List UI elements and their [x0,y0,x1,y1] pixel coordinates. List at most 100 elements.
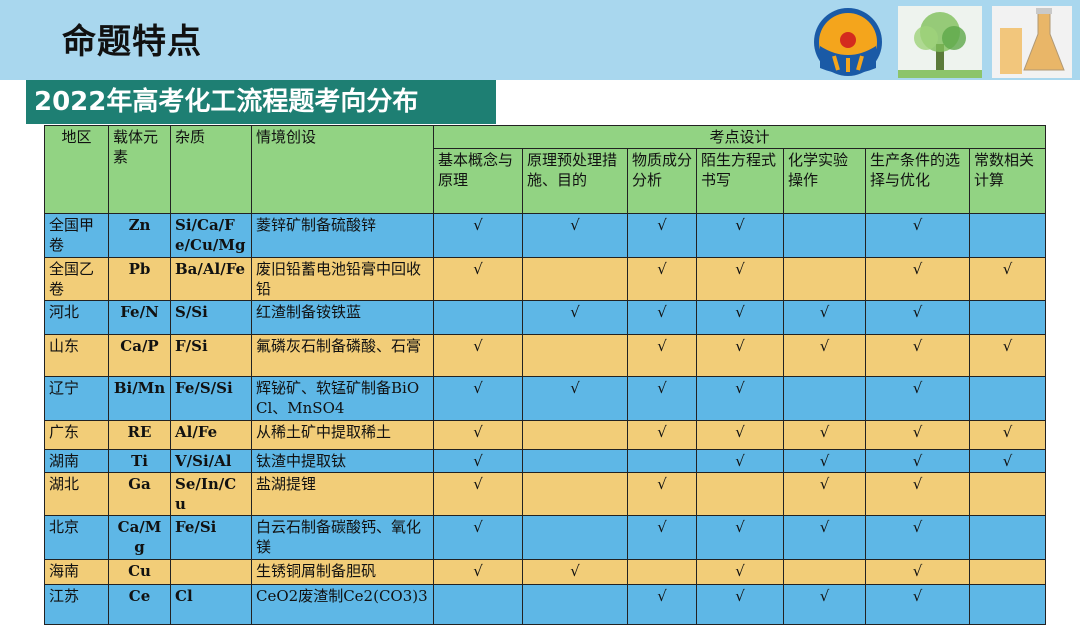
scenario-cell: 氟磷灰石制备磷酸、石膏 [251,334,434,377]
check-mark-cell: √ [522,559,628,585]
col-header-carrier: 载体元素 [108,125,171,214]
check-mark-cell: √ [433,257,523,301]
check-mark-cell: √ [865,515,970,560]
exam-distribution-table: 地区 载体元素 杂质 情境创设 考点设计 基本概念与原理 原理预处理措施、目的 … [44,125,1046,625]
check-mark-cell: √ [433,420,523,450]
check-mark-cell [783,376,866,421]
check-mark-cell: √ [969,334,1046,377]
check-mark-cell: √ [522,300,628,335]
check-mark-cell: √ [783,472,866,516]
subtitle-banner: 2022年高考化工流程题考向分布 [26,80,496,124]
scenario-cell: 红渣制备铵铁蓝 [251,300,434,335]
carrier-cell: Cu [108,559,171,585]
table-row: 北京 Ca/Mg Fe/Si 白云石制备碳酸钙、氧化镁 √ √ √ √ √ [44,515,1046,560]
region-cell: 河北 [44,300,109,335]
check-mark-cell [969,559,1046,585]
check-mark-cell: √ [696,559,784,585]
col-header-pretreatment: 原理预处理措施、目的 [522,148,628,214]
scenario-cell: CeO2废渣制Ce2(CO3)3 [251,584,434,625]
carrier-cell: Ca/P [108,334,171,377]
col-header-impurity: 杂质 [170,125,252,214]
table-row: 湖南 Ti V/Si/Al 钛渣中提取钛 √ √ √ √ √ [44,449,1046,473]
col-header-calculation: 常数相关计算 [969,148,1046,214]
check-mark-cell: √ [865,300,970,335]
flask-icon [992,6,1072,78]
check-mark-cell: √ [969,257,1046,301]
check-mark-cell: √ [696,449,784,473]
col-header-design: 考点设计 [433,125,1046,149]
scenario-cell: 菱锌矿制备硫酸锌 [251,213,434,258]
check-mark-cell: √ [783,515,866,560]
table-row: 全国甲卷 Zn Si/Ca/Fe/Cu/Mg 菱锌矿制备硫酸锌 √ √ √ √ √ [44,213,1046,258]
carrier-cell: Bi/Mn [108,376,171,421]
check-mark-cell [433,584,523,625]
region-cell: 江苏 [44,584,109,625]
check-mark-cell [522,420,628,450]
table-row: 河北 Fe/N S/Si 红渣制备铵铁蓝 √ √ √ √ √ [44,300,1046,335]
impurity-cell: S/Si [170,300,252,335]
check-mark-cell [627,449,697,473]
science-tree-icon [898,6,982,78]
check-mark-cell: √ [433,449,523,473]
scenario-cell: 盐湖提锂 [251,472,434,516]
check-mark-cell: √ [696,584,784,625]
table-row: 海南 Cu 生锈铜屑制备胆矾 √ √ √ √ [44,559,1046,585]
check-mark-cell: √ [627,515,697,560]
col-header-region: 地区 [44,125,109,214]
impurity-cell: Se/In/Cu [170,472,252,516]
col-header-experiment: 化学实验操作 [783,148,866,214]
check-mark-cell: √ [627,584,697,625]
check-mark-cell: √ [969,420,1046,450]
scenario-cell: 钛渣中提取钛 [251,449,434,473]
check-mark-cell: √ [433,472,523,516]
check-mark-cell: √ [696,515,784,560]
table-row: 山东 Ca/P F/Si 氟磷灰石制备磷酸、石膏 √ √ √ √ √ √ [44,334,1046,377]
check-mark-cell [783,213,866,258]
check-mark-cell: √ [865,472,970,516]
impurity-cell [170,559,252,585]
check-mark-cell: √ [627,376,697,421]
check-mark-cell: √ [696,257,784,301]
carrier-cell: Ce [108,584,171,625]
check-mark-cell [522,472,628,516]
check-mark-cell: √ [865,376,970,421]
check-mark-cell: √ [627,257,697,301]
scenario-cell: 从稀土矿中提取稀土 [251,420,434,450]
check-mark-cell: √ [865,257,970,301]
region-cell: 海南 [44,559,109,585]
carrier-cell: Fe/N [108,300,171,335]
region-cell: 山东 [44,334,109,377]
check-mark-cell: √ [783,584,866,625]
carrier-cell: Ti [108,449,171,473]
scenario-cell: 辉铋矿、软锰矿制备BiOCl、MnSO4 [251,376,434,421]
scenario-cell: 废旧铅蓄电池铅膏中回收铅 [251,257,434,301]
check-mark-cell: √ [783,449,866,473]
check-mark-cell: √ [696,420,784,450]
region-cell: 湖南 [44,449,109,473]
check-mark-cell: √ [865,559,970,585]
check-mark-cell: √ [433,334,523,377]
check-mark-cell: √ [696,300,784,335]
check-mark-cell [627,559,697,585]
check-mark-cell [522,449,628,473]
table-row: 广东 RE Al/Fe 从稀土矿中提取稀土 √ √ √ √ √ √ [44,420,1046,450]
check-mark-cell: √ [865,213,970,258]
check-mark-cell: √ [627,213,697,258]
check-mark-cell: √ [865,449,970,473]
check-mark-cell: √ [627,300,697,335]
check-mark-cell: √ [522,376,628,421]
check-mark-cell: √ [433,213,523,258]
check-mark-cell: √ [627,420,697,450]
region-cell: 广东 [44,420,109,450]
check-mark-cell [433,300,523,335]
check-mark-cell [522,584,628,625]
col-header-composition: 物质成分分析 [627,148,697,214]
carrier-cell: Pb [108,257,171,301]
check-mark-cell [522,257,628,301]
check-mark-cell: √ [865,334,970,377]
check-mark-cell [969,584,1046,625]
scenario-cell: 生锈铜屑制备胆矾 [251,559,434,585]
check-mark-cell: √ [627,472,697,516]
impurity-cell: F/Si [170,334,252,377]
table-row: 江苏 Ce Cl CeO2废渣制Ce2(CO3)3 √ √ √ √ [44,584,1046,625]
